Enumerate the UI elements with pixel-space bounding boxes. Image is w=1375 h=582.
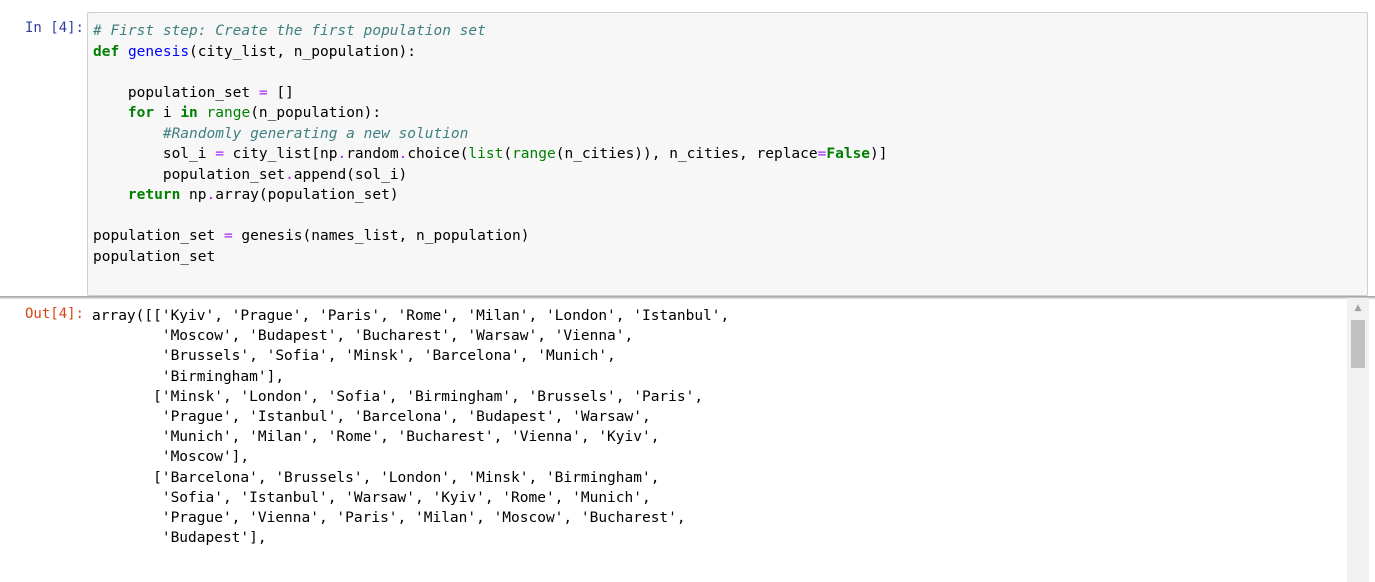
code-token: array(population_set) bbox=[215, 187, 399, 203]
code-token: def bbox=[93, 43, 120, 60]
code-token: genesis(names_list, n_population) bbox=[232, 228, 530, 244]
output-area: array([['Kyiv', 'Prague', 'Paris', 'Rome… bbox=[92, 306, 1342, 582]
code-token: in bbox=[180, 105, 198, 121]
code-token: range bbox=[206, 105, 251, 121]
code-line: return np.array(population_set) bbox=[93, 185, 1362, 206]
code-token: . bbox=[285, 166, 294, 183]
code-token: = bbox=[223, 228, 233, 244]
code-line: # First step: Create the first populatio… bbox=[93, 21, 1362, 42]
code-token: choice( bbox=[407, 146, 469, 162]
code-token: population_set bbox=[93, 228, 224, 244]
code-token: population_set bbox=[93, 248, 216, 265]
scroll-up-arrow-icon[interactable]: ▲ bbox=[1347, 302, 1369, 314]
code-token: . bbox=[398, 146, 408, 162]
code-token: # First step: Create the first populatio… bbox=[93, 23, 486, 39]
code-token: (n_cities)), n_cities, replace bbox=[555, 146, 818, 162]
output-line: 'Birmingham'], bbox=[92, 368, 285, 385]
output-line: 'Sofia', 'Istanbul', 'Warsaw', 'Kyiv', '… bbox=[92, 489, 651, 506]
code-token: [] bbox=[267, 84, 294, 101]
code-token: np bbox=[180, 187, 207, 203]
output-line: 'Prague', 'Istanbul', 'Barcelona', 'Buda… bbox=[92, 408, 651, 425]
output-line: 'Brussels', 'Sofia', 'Minsk', 'Barcelona… bbox=[92, 348, 616, 365]
code-token: . bbox=[206, 187, 216, 203]
code-line: population_set bbox=[93, 247, 1362, 268]
code-token: = bbox=[258, 84, 268, 101]
code-token: (n_population): bbox=[250, 105, 382, 121]
code-token: #Randomly generating a new solution bbox=[162, 125, 469, 142]
code-line: population_set.append(sol_i) bbox=[93, 165, 1362, 186]
code-editor[interactable]: # First step: Create the first populatio… bbox=[93, 21, 1362, 267]
output-line: 'Munich', 'Milan', 'Rome', 'Bucharest', … bbox=[92, 429, 660, 446]
code-token: . bbox=[337, 146, 347, 162]
output-divider[interactable] bbox=[0, 296, 1375, 299]
code-line: population_set = genesis(names_list, n_p… bbox=[93, 226, 1362, 247]
output-line: ['Barcelona', 'Brussels', 'London', 'Min… bbox=[92, 469, 660, 486]
code-token: genesis bbox=[127, 43, 190, 60]
output-prompt: Out[4]: bbox=[24, 306, 84, 322]
input-prompt: In [4]: bbox=[24, 20, 84, 36]
code-line: def genesis(city_list, n_population): bbox=[93, 42, 1362, 63]
code-token: False bbox=[826, 146, 871, 162]
code-token: ( bbox=[503, 146, 513, 162]
code-line: for i in range(n_population): bbox=[93, 103, 1362, 124]
output-scrollbar[interactable]: ▲ bbox=[1347, 298, 1369, 582]
code-token: )] bbox=[870, 146, 888, 162]
code-line: sol_i = city_list[np.random.choice(list(… bbox=[93, 144, 1362, 165]
output-line: 'Moscow'], bbox=[92, 449, 250, 466]
output-line: 'Moscow', 'Budapest', 'Bucharest', 'Wars… bbox=[92, 328, 634, 345]
output-line: 'Budapest'], bbox=[92, 530, 267, 547]
code-token: population_set bbox=[93, 166, 286, 183]
code-input-area[interactable]: # First step: Create the first populatio… bbox=[87, 12, 1368, 296]
output-line: ['Minsk', 'London', 'Sofia', 'Birmingham… bbox=[92, 388, 704, 405]
scrollbar-thumb[interactable] bbox=[1351, 320, 1365, 368]
code-token: random bbox=[346, 146, 399, 162]
code-token: = bbox=[215, 146, 224, 162]
code-token: sol_i bbox=[93, 146, 216, 162]
output-line: array([['Kyiv', 'Prague', 'Paris', 'Rome… bbox=[92, 308, 730, 324]
code-line: population_set = [] bbox=[93, 83, 1362, 104]
code-token: for bbox=[127, 105, 155, 121]
code-line: #Randomly generating a new solution bbox=[93, 124, 1362, 145]
code-token: return bbox=[127, 187, 181, 203]
code-token: i bbox=[154, 105, 181, 121]
code-token: city_list[np bbox=[223, 146, 338, 162]
code-token: (city_list, n_population): bbox=[189, 43, 417, 60]
code-token: append(sol_i) bbox=[293, 166, 408, 183]
output-line: 'Prague', 'Vienna', 'Paris', 'Milan', 'M… bbox=[92, 509, 686, 526]
output-text: array([['Kyiv', 'Prague', 'Paris', 'Rome… bbox=[92, 306, 1342, 548]
code-token: population_set bbox=[93, 84, 259, 101]
code-token: list bbox=[468, 146, 504, 162]
code-token: range bbox=[512, 146, 556, 162]
